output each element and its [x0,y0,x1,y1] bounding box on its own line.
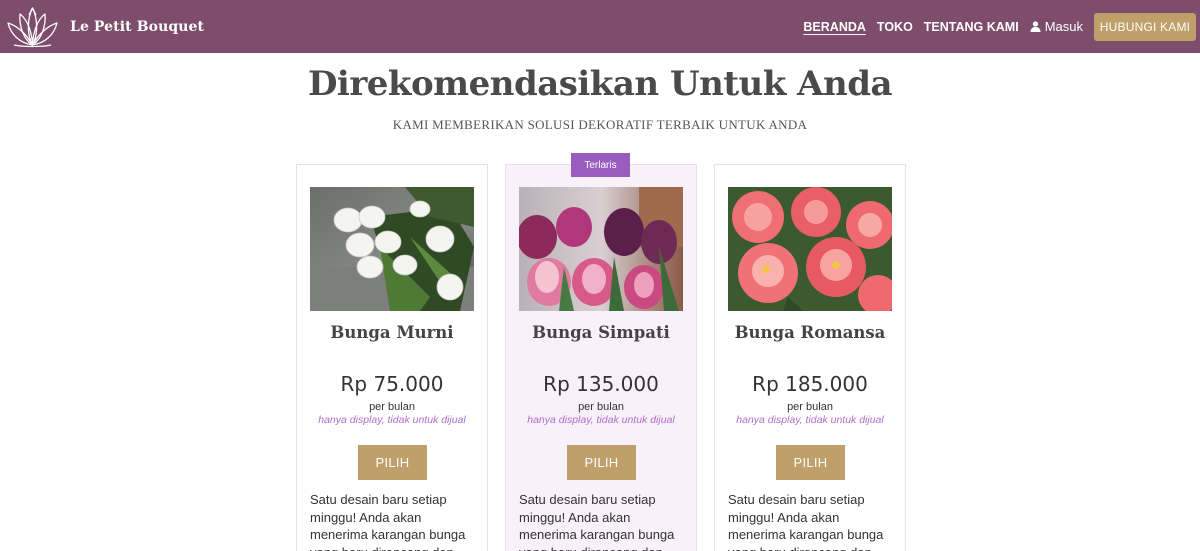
coral-peonies-image [728,187,892,311]
contact-us-button[interactable]: HUBUNGI KAMI [1094,12,1196,41]
product-card-romansa: Bunga Romansa Rp 185.000 per bulan hanya… [714,164,906,551]
nav-link-toko[interactable]: TOKO [877,20,913,34]
main-nav: BERANDA TOKO TENTANG KAMI Masuk HUBUNGI … [803,0,1196,53]
white-tulips-image [310,187,474,311]
card-description: Satu desain baru setiap minggu! Anda aka… [519,492,675,551]
product-card-murni: Bunga Murni Rp 75.000 per bulan hanya di… [296,164,488,551]
choose-button[interactable]: PILIH [567,445,636,480]
card-price: Rp 135.000 [543,372,659,396]
card-title: Bunga Romansa [734,323,886,342]
pink-tulips-image [519,187,683,311]
login-link[interactable]: Masuk [1030,19,1083,34]
card-price: Rp 185.000 [752,372,868,396]
page-title: Direkomendasikan Untuk Anda [307,64,893,104]
card-title: Bunga Simpati [532,323,670,342]
card-period: per bulan [787,401,833,413]
page-subtitle: KAMI MEMBERIKAN SOLUSI DEKORATIF TERBAIK… [392,117,808,132]
card-note: hanya display, tidak untuk dijual [736,414,884,426]
product-card-simpati: Bunga Simpati Rp 135.000 per bulan hanya… [505,164,697,551]
user-icon [1030,21,1041,32]
login-label: Masuk [1044,19,1083,34]
choose-button[interactable]: PILIH [358,445,427,480]
brand-name: Le Petit Bouquet [70,18,205,35]
bestseller-badge: Terlaris [571,153,630,177]
card-description: Satu desain baru setiap minggu! Anda aka… [310,492,466,551]
nav-link-beranda[interactable]: BERANDA [803,20,866,34]
card-title: Bunga Murni [330,323,454,342]
card-period: per bulan [369,401,415,413]
choose-button[interactable]: PILIH [776,445,845,480]
card-period: per bulan [578,401,624,413]
nav-link-tentang-kami[interactable]: TENTANG KAMI [924,20,1019,34]
card-note: hanya display, tidak untuk dijual [318,414,466,426]
navbar: Le Petit Bouquet BERANDA TOKO TENTANG KA… [0,0,1200,53]
card-note: hanya display, tidak untuk dijual [527,414,675,426]
lotus-logo-icon [7,7,58,48]
card-description: Satu desain baru setiap minggu! Anda aka… [728,492,884,551]
brand[interactable]: Le Petit Bouquet [5,5,204,48]
card-price: Rp 75.000 [340,372,444,396]
